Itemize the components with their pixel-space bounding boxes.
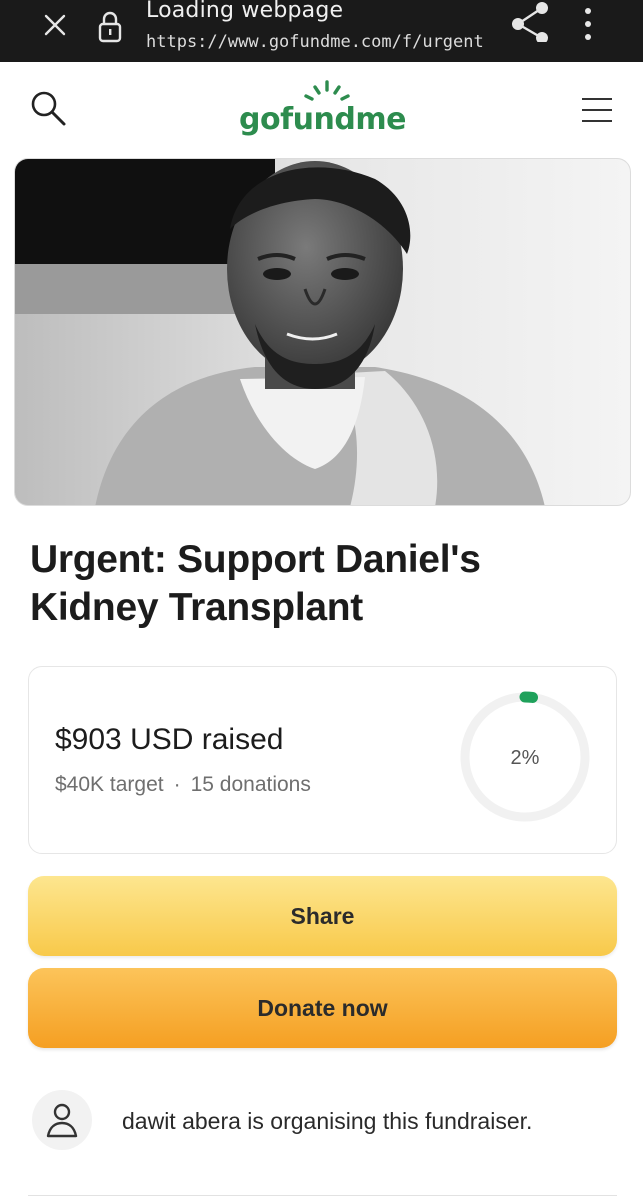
organiser-text[interactable]: dawit abera is organising this fundraise… — [122, 1108, 532, 1135]
browser-bar: Loading webpage https://www.gofundme.com… — [0, 0, 643, 62]
gofundme-logo[interactable]: gofundme — [230, 80, 420, 142]
campaign-title: Urgent: Support Daniel's Kidney Transpla… — [30, 538, 481, 629]
share-button[interactable]: Share — [28, 876, 617, 956]
section-divider — [28, 1195, 617, 1196]
campaign-photo — [14, 158, 631, 506]
lock-icon — [96, 10, 124, 44]
organiser-avatar — [32, 1090, 92, 1150]
more-vertical-icon[interactable] — [580, 8, 596, 48]
campaign-meta: $40K target · 15 donations — [55, 773, 311, 797]
progress-card: $903 USD raised $40K target · 15 donations… — [28, 666, 617, 854]
url-field[interactable]: https://www.gofundme.com/f/urgent — [146, 32, 491, 52]
close-icon[interactable] — [38, 8, 72, 42]
donation-count: 15 donations — [190, 773, 311, 796]
logo-text: gofundme — [239, 102, 406, 137]
site-header: gofundme — [0, 62, 643, 156]
share-icon[interactable] — [508, 2, 552, 44]
target-amount: $40K target — [55, 773, 164, 796]
donate-button[interactable]: Donate now — [28, 968, 617, 1048]
loading-status: Loading webpage — [146, 0, 344, 23]
progress-percent: 2% — [510, 747, 540, 769]
meta-separator: · — [173, 773, 181, 796]
menu-icon[interactable] — [582, 98, 612, 122]
search-icon[interactable] — [28, 88, 70, 130]
amount-raised: $903 USD raised — [55, 723, 284, 756]
user-icon — [46, 1103, 78, 1138]
